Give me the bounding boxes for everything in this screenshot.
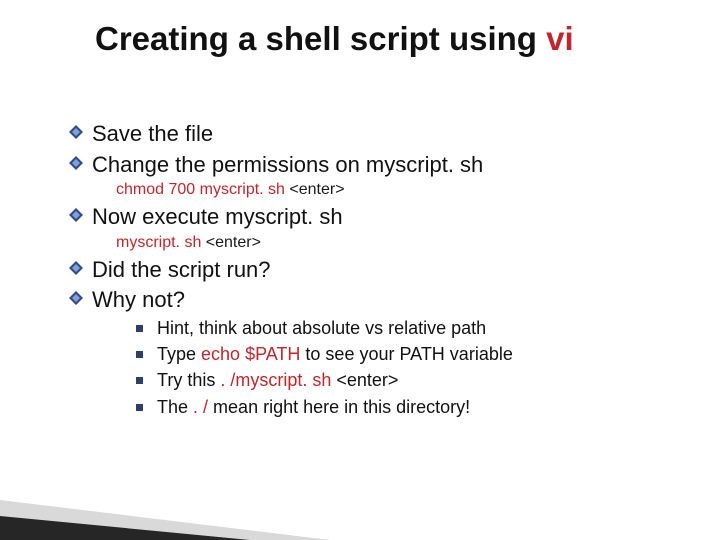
hint-command: . / bbox=[188, 397, 213, 417]
hint-part: to see your PATH variable bbox=[300, 344, 512, 364]
decorative-wedge bbox=[0, 430, 360, 540]
hint-list: Hint, think about absolute vs relative p… bbox=[116, 317, 668, 420]
command-text: myscript. sh bbox=[116, 234, 201, 251]
title-accent: vi bbox=[546, 20, 574, 57]
sub-bullet: chmod 700 myscript. sh <enter> bbox=[116, 181, 668, 199]
square-icon bbox=[136, 351, 143, 358]
diamond-icon bbox=[68, 290, 86, 308]
hint-text: Type echo $PATH to see your PATH variabl… bbox=[157, 343, 513, 366]
hint-part: mean right here in this directory! bbox=[213, 397, 470, 417]
diamond-icon bbox=[68, 155, 86, 173]
bullet-text: Did the script run? bbox=[92, 256, 271, 284]
square-icon bbox=[136, 325, 143, 332]
hint-part: Type bbox=[157, 344, 201, 364]
hint-item: Hint, think about absolute vs relative p… bbox=[136, 317, 668, 340]
enter-tag: <enter> bbox=[289, 181, 344, 198]
slide: Creating a shell script using vi Save th… bbox=[0, 0, 720, 540]
hint-command: . /myscript. sh bbox=[220, 370, 331, 390]
bullet-item: Now execute myscript. sh bbox=[68, 203, 668, 231]
square-icon bbox=[136, 377, 143, 384]
hint-part: The bbox=[157, 397, 188, 417]
bullet-item: Why not? bbox=[68, 286, 668, 314]
hint-part: Try this bbox=[157, 370, 220, 390]
slide-title: Creating a shell script using vi bbox=[95, 20, 574, 58]
sub-bullet: myscript. sh <enter> bbox=[116, 234, 668, 252]
command-text: chmod 700 myscript. sh bbox=[116, 181, 289, 198]
bullet-text: Why not? bbox=[92, 286, 185, 314]
slide-body: Save the file Change the permissions on … bbox=[68, 120, 668, 422]
title-text: Creating a shell script using bbox=[95, 20, 546, 57]
square-icon bbox=[136, 404, 143, 411]
enter-tag: <enter> bbox=[201, 234, 261, 251]
diamond-icon bbox=[68, 124, 86, 142]
bullet-item: Change the permissions on myscript. sh bbox=[68, 151, 668, 179]
hint-text: Try this . /myscript. sh <enter> bbox=[157, 369, 398, 392]
hint-text: Hint, think about absolute vs relative p… bbox=[157, 317, 486, 340]
bullet-text: Save the file bbox=[92, 120, 213, 148]
diamond-icon bbox=[68, 207, 86, 225]
hint-item: The . / mean right here in this director… bbox=[136, 396, 668, 419]
bullet-text: Change the permissions on myscript. sh bbox=[92, 151, 483, 179]
bullet-item: Save the file bbox=[68, 120, 668, 148]
bullet-item: Did the script run? bbox=[68, 256, 668, 284]
hint-command: echo $PATH bbox=[201, 344, 300, 364]
hint-text: The . / mean right here in this director… bbox=[157, 396, 470, 419]
hint-part: <enter> bbox=[331, 370, 398, 390]
hint-item: Type echo $PATH to see your PATH variabl… bbox=[136, 343, 668, 366]
bullet-text: Now execute myscript. sh bbox=[92, 203, 343, 231]
diamond-icon bbox=[68, 260, 86, 278]
hint-item: Try this . /myscript. sh <enter> bbox=[136, 369, 668, 392]
